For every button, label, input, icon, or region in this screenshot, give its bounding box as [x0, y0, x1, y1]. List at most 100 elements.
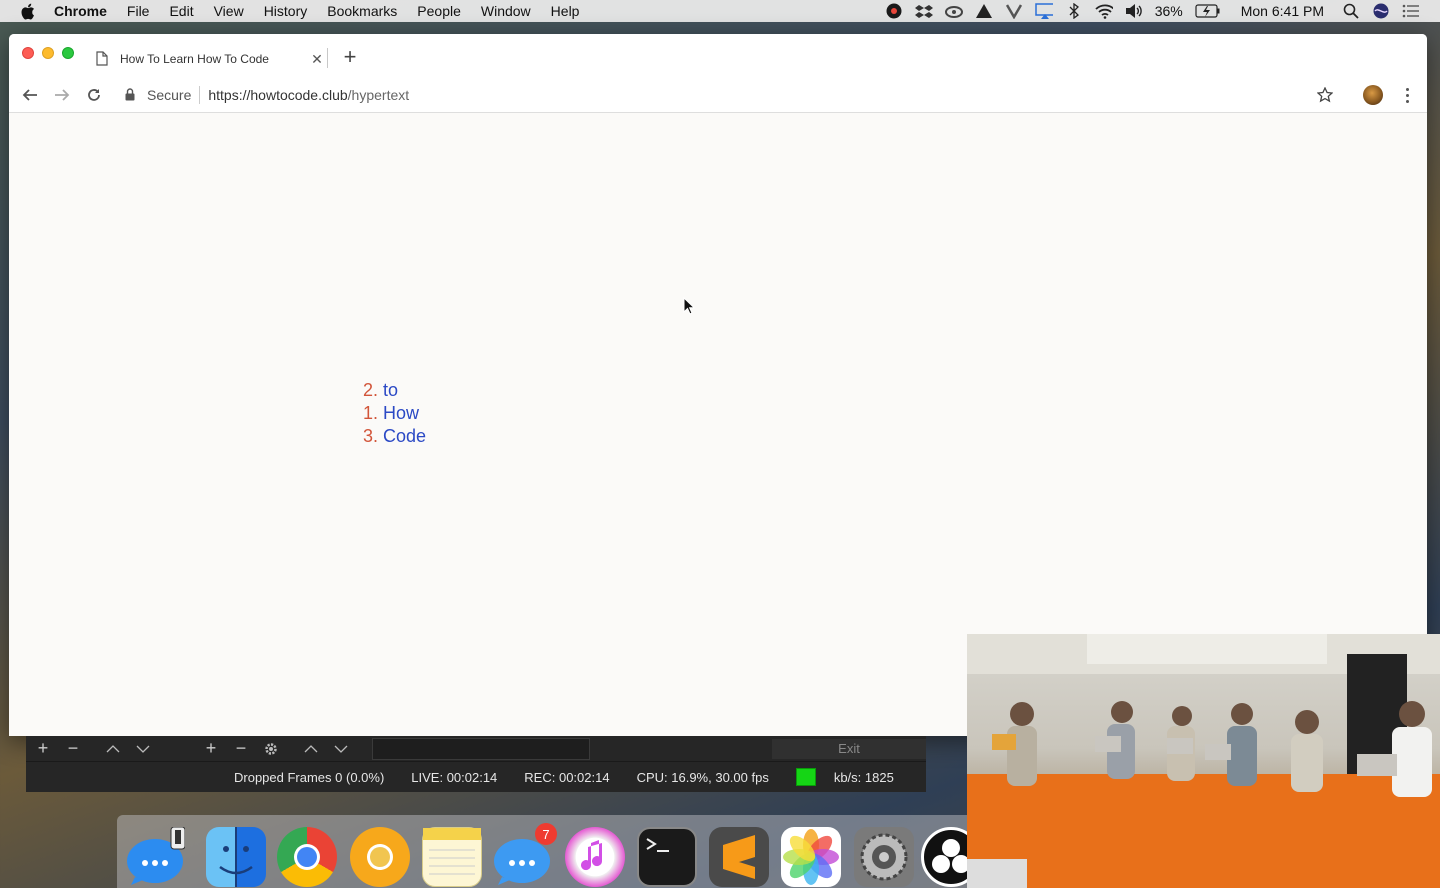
browser-toolbar: Secure https://howtocode.club/hypertext [9, 78, 1427, 113]
document-icon [96, 51, 110, 67]
obs-controls: + − + − Exit [26, 736, 926, 762]
chrome-icon[interactable] [277, 827, 337, 887]
more-menu-icon[interactable] [1399, 85, 1415, 105]
messages-remote-icon[interactable] [125, 826, 186, 887]
reload-icon[interactable] [83, 84, 105, 106]
url-text[interactable]: https://howtocode.club/hypertext [208, 87, 409, 103]
menu-help[interactable]: Help [541, 0, 590, 22]
battery-charging-icon[interactable] [1195, 3, 1221, 19]
minimize-window-button[interactable] [42, 47, 54, 59]
list-word: Code [383, 426, 427, 446]
menu-bookmarks[interactable]: Bookmarks [317, 0, 407, 22]
photos-icon[interactable] [781, 827, 841, 887]
menu-app-name[interactable]: Chrome [54, 0, 117, 22]
window-controls [22, 47, 82, 59]
apple-icon[interactable] [20, 3, 40, 19]
dropped-frames: Dropped Frames 0 (0.0%) [234, 769, 385, 785]
list-item: 3. Code [363, 425, 426, 448]
tab-strip: How To Learn How To Code ✕ + [9, 34, 1427, 78]
url-path: /hypertext [347, 87, 410, 103]
battery-percent: 36% [1154, 3, 1183, 19]
creative-cloud-icon[interactable] [885, 3, 903, 19]
address-bar[interactable]: Secure https://howtocode.club/hypertext [117, 81, 1347, 109]
spotlight-search-icon[interactable] [1342, 3, 1360, 19]
webcam-overlay [967, 634, 1440, 888]
bitrate: kb/s: 1825 [833, 769, 894, 785]
menu-history[interactable]: History [254, 0, 318, 22]
finder-icon[interactable] [206, 827, 266, 887]
notification-center-icon[interactable] [1402, 3, 1420, 19]
zoom-window-button[interactable] [62, 47, 74, 59]
webcam-feed-image [967, 634, 1440, 888]
vimeo-v-icon[interactable] [1005, 3, 1023, 19]
cpu-usage: CPU: 16.9%, 30.00 fps [636, 769, 769, 785]
menubar: Chrome File Edit View History Bookmarks … [0, 0, 1440, 22]
source-up-icon[interactable] [296, 738, 326, 760]
sublime-text-icon[interactable] [709, 827, 769, 887]
back-arrow-icon[interactable] [19, 84, 41, 106]
menu-window[interactable]: Window [471, 0, 541, 22]
status-tray: 36% Mon 6:41 PM [879, 0, 1440, 22]
creative-cloud-sync-icon[interactable] [944, 3, 963, 19]
wifi-icon[interactable] [1095, 3, 1113, 19]
menu-view[interactable]: View [204, 0, 254, 22]
source-settings-gear-icon[interactable] [256, 738, 286, 760]
chrome-window: How To Learn How To Code ✕ + Secure http… [9, 34, 1427, 736]
url-host: https://howtocode.club [208, 87, 348, 103]
list-number: 3. [363, 426, 379, 446]
omnibox-divider [199, 86, 201, 104]
rec-timer: REC: 00:02:14 [524, 769, 610, 785]
menu-people[interactable]: People [407, 0, 471, 22]
source-down-icon[interactable] [326, 738, 356, 760]
terminal-icon[interactable] [637, 827, 697, 887]
list-item: 1. How [363, 402, 426, 425]
volume-icon[interactable] [1125, 3, 1143, 19]
close-window-button[interactable] [22, 47, 34, 59]
tab-separator [327, 48, 328, 68]
list-word: to [383, 380, 399, 400]
menu-edit[interactable]: Edit [159, 0, 203, 22]
list-item: 2. to [363, 379, 426, 402]
add-scene-icon[interactable]: + [28, 738, 58, 760]
remove-scene-icon[interactable]: − [58, 738, 88, 760]
bookmark-star-icon[interactable] [1316, 86, 1334, 103]
live-timer: LIVE: 00:02:14 [411, 769, 498, 785]
remove-source-icon[interactable]: − [226, 738, 256, 760]
google-drive-icon[interactable] [975, 3, 993, 19]
menu-file[interactable]: File [117, 0, 160, 22]
tab-close-icon[interactable]: ✕ [309, 51, 325, 67]
siri-icon[interactable] [1372, 3, 1390, 19]
dock: 7 [117, 815, 981, 888]
scenes-controls: + − [28, 736, 158, 762]
messages-badge: 7 [535, 823, 557, 845]
scene-up-icon[interactable] [98, 738, 128, 760]
airplay-icon[interactable] [1034, 3, 1053, 19]
bluetooth-icon[interactable] [1065, 3, 1083, 19]
obs-control-panel: + − + − Exit Dropped Frames 0 (0.0%) LIV… [26, 736, 926, 792]
list-number: 1. [363, 403, 379, 423]
list-number: 2. [363, 380, 379, 400]
new-tab-button[interactable]: + [341, 46, 359, 68]
exit-button[interactable]: Exit [772, 738, 926, 759]
stream-health-indicator [795, 768, 816, 786]
obs-mixer-field[interactable] [372, 737, 590, 760]
forward-arrow-icon[interactable] [51, 84, 73, 106]
obs-status-bar: Dropped Frames 0 (0.0%) LIVE: 00:02:14 R… [26, 762, 926, 792]
dropbox-icon[interactable] [914, 3, 933, 19]
list-word: How [383, 403, 420, 423]
notes-icon[interactable] [422, 827, 482, 887]
system-preferences-icon[interactable] [854, 827, 914, 887]
add-source-icon[interactable]: + [196, 738, 226, 760]
shuffled-ordered-list: 2. to 1. How 3. Code [363, 379, 426, 448]
mouse-cursor-icon [683, 296, 696, 315]
sources-controls: + − [196, 736, 356, 762]
security-label[interactable]: Secure [147, 87, 191, 103]
tab-active[interactable]: How To Learn How To Code ✕ [85, 44, 327, 74]
chrome-canary-icon[interactable] [350, 827, 410, 887]
tab-title: How To Learn How To Code [120, 52, 269, 66]
menubar-clock[interactable]: Mon 6:41 PM [1241, 3, 1324, 19]
lock-icon[interactable] [125, 88, 137, 102]
profile-avatar[interactable] [1363, 85, 1383, 105]
scene-down-icon[interactable] [128, 738, 158, 760]
itunes-icon[interactable] [565, 827, 625, 887]
